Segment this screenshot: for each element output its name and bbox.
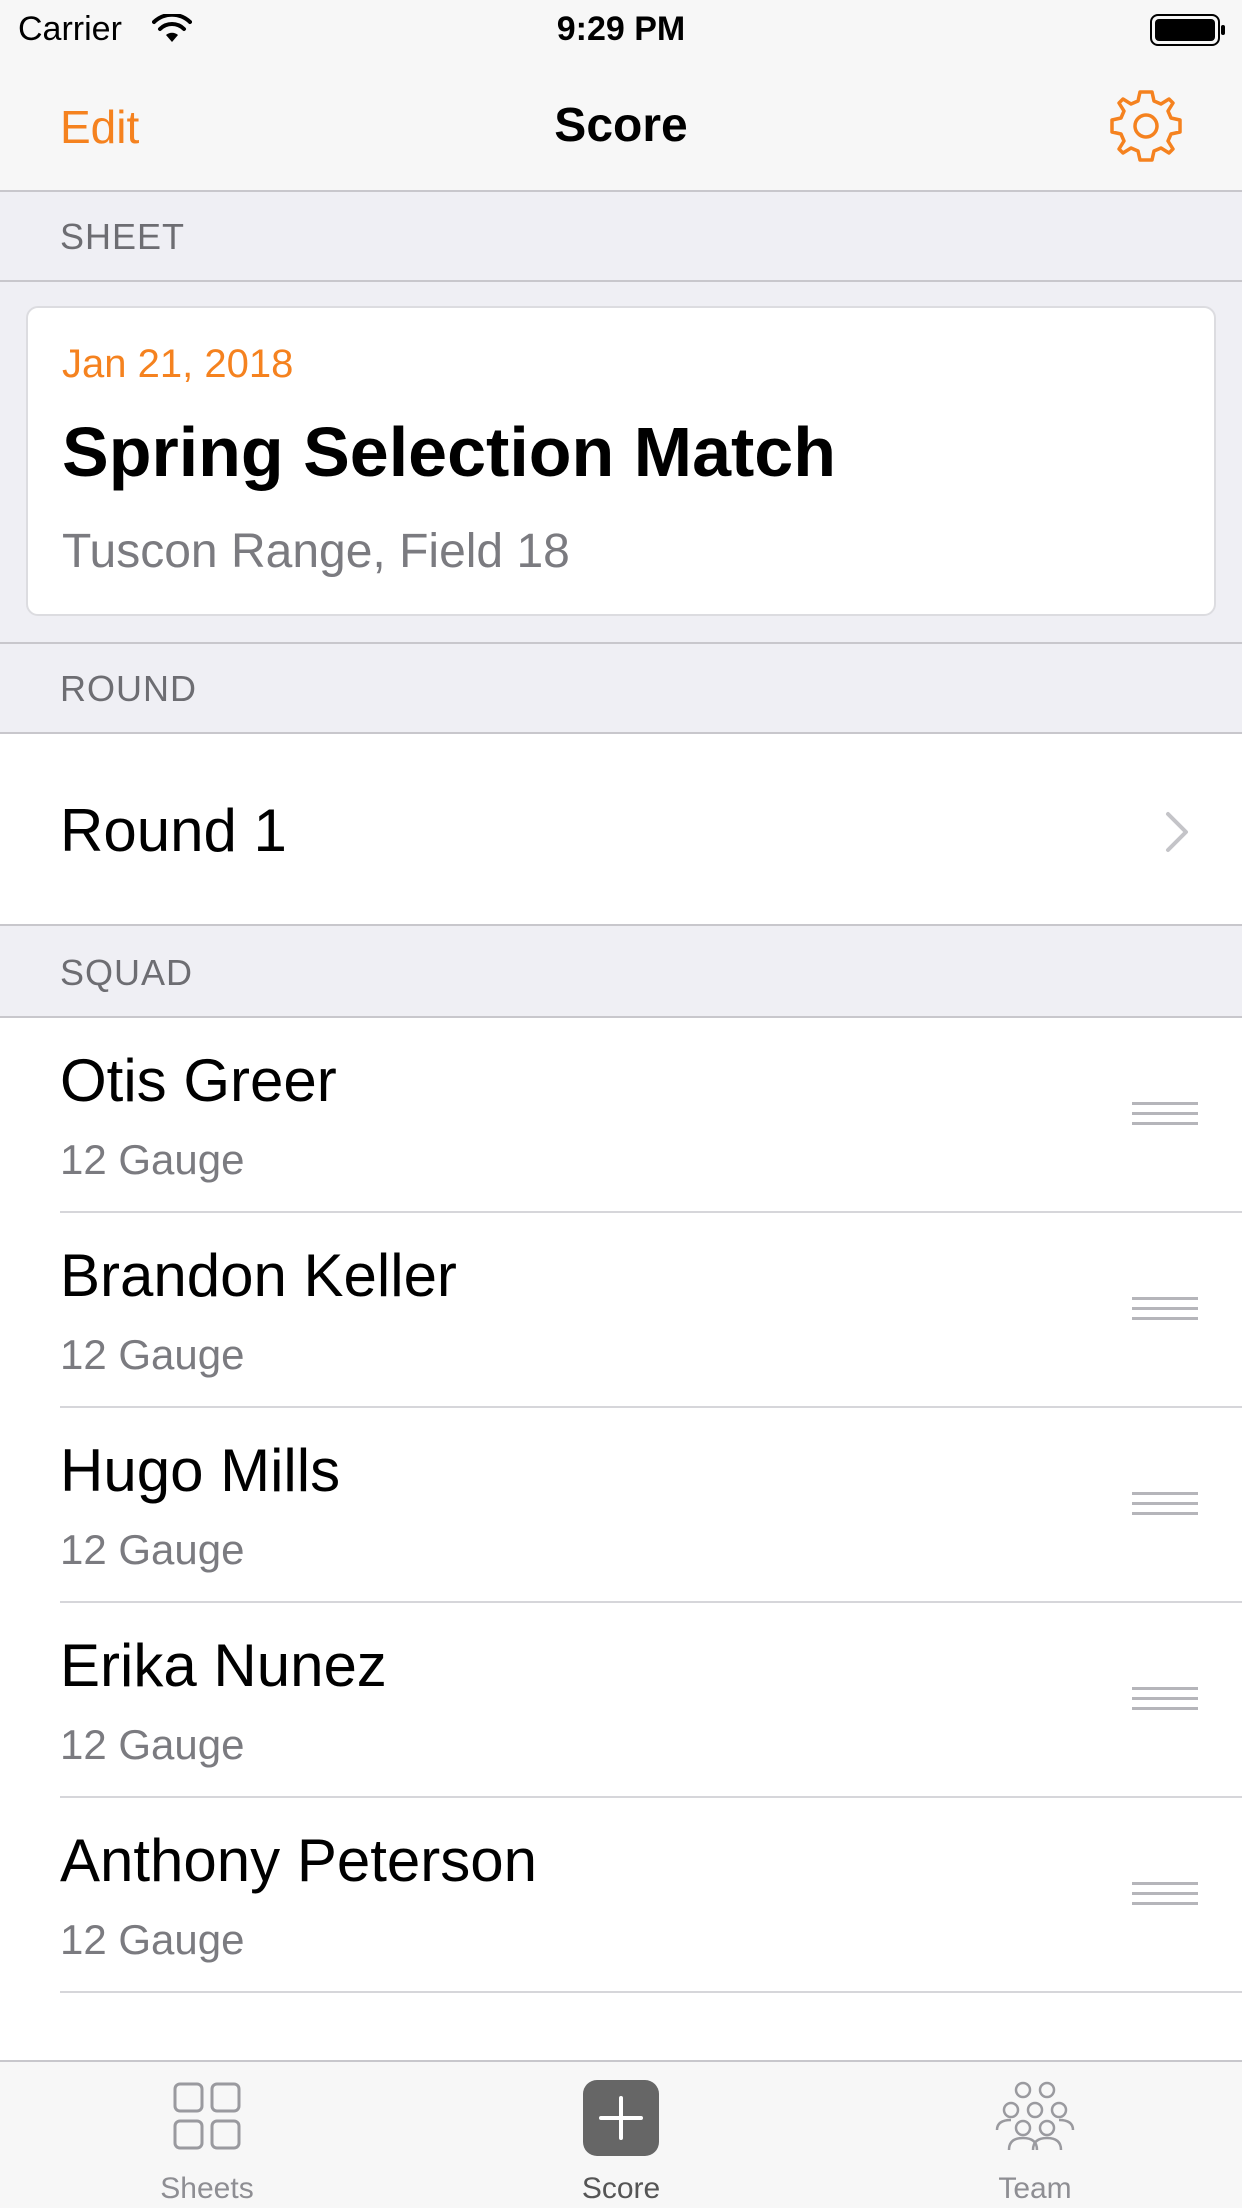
reorder-handle-icon[interactable] [1132, 1492, 1198, 1522]
grid-icon [173, 2082, 241, 2150]
settings-button[interactable] [1106, 86, 1186, 166]
member-gauge: 12 Gauge [60, 1916, 245, 1963]
sheet-card[interactable]: Jan 21, 2018 Spring Selection Match Tusc… [26, 306, 1216, 616]
squad-member-row[interactable]: Otis Greer 12 Gauge [0, 1018, 1242, 1213]
plus-icon [583, 2080, 659, 2156]
member-name: Hugo Mills [60, 1437, 341, 1504]
status-bar: Carrier 9:29 PM [0, 0, 1242, 60]
chevron-right-icon [1166, 812, 1188, 852]
squad-list: Otis Greer 12 Gauge Brandon Keller 12 Ga… [0, 1018, 1242, 1993]
member-gauge: 12 Gauge [60, 1136, 245, 1183]
section-header-sheet: SHEET [0, 192, 1242, 282]
round-label: Round 1 [60, 797, 287, 864]
section-title-sheet: SHEET [60, 216, 186, 257]
battery-icon [1150, 14, 1225, 46]
team-icon [995, 2081, 1075, 2151]
status-time: 9:29 PM [556, 10, 686, 48]
tab-label: Team [998, 2172, 1072, 2205]
tab-score[interactable]: Score [414, 2062, 828, 2208]
member-gauge: 12 Gauge [60, 1721, 245, 1768]
tab-bar: Sheets Score Team [0, 2060, 1242, 2208]
member-name: Brandon Keller [60, 1242, 457, 1309]
reorder-handle-icon[interactable] [1132, 1687, 1198, 1717]
gear-icon [1110, 90, 1182, 162]
squad-member-row[interactable]: Erika Nunez 12 Gauge [0, 1603, 1242, 1798]
squad-member-row[interactable]: Anthony Peterson 12 Gauge [0, 1798, 1242, 1993]
reorder-handle-icon[interactable] [1132, 1102, 1198, 1132]
section-title-squad: SQUAD [60, 952, 194, 993]
section-header-round: ROUND [0, 642, 1242, 734]
squad-member-row[interactable]: Brandon Keller 12 Gauge [0, 1213, 1242, 1408]
tab-sheets[interactable]: Sheets [0, 2062, 414, 2208]
sheet-title: Spring Selection Match [62, 413, 836, 491]
member-name: Erika Nunez [60, 1632, 387, 1699]
member-gauge: 12 Gauge [60, 1331, 245, 1378]
member-gauge: 12 Gauge [60, 1526, 245, 1573]
reorder-handle-icon[interactable] [1132, 1882, 1198, 1912]
edit-button[interactable]: Edit [60, 100, 139, 154]
squad-member-row[interactable]: Hugo Mills 12 Gauge [0, 1408, 1242, 1603]
tab-label: Sheets [160, 2172, 254, 2205]
sheet-date: Jan 21, 2018 [62, 342, 294, 386]
section-title-round: ROUND [60, 668, 197, 709]
tab-team[interactable]: Team [828, 2062, 1242, 2208]
member-name: Otis Greer [60, 1047, 337, 1114]
page-title: Score [554, 99, 688, 152]
section-header-squad: SQUAD [0, 926, 1242, 1018]
round-row[interactable]: Round 1 [0, 734, 1242, 926]
tab-label: Score [581, 2172, 661, 2205]
sheet-location: Tuscon Range, Field 18 [62, 525, 570, 578]
member-name: Anthony Peterson [60, 1827, 537, 1894]
navigation-bar: Edit Score [0, 60, 1242, 192]
reorder-handle-icon[interactable] [1132, 1297, 1198, 1327]
